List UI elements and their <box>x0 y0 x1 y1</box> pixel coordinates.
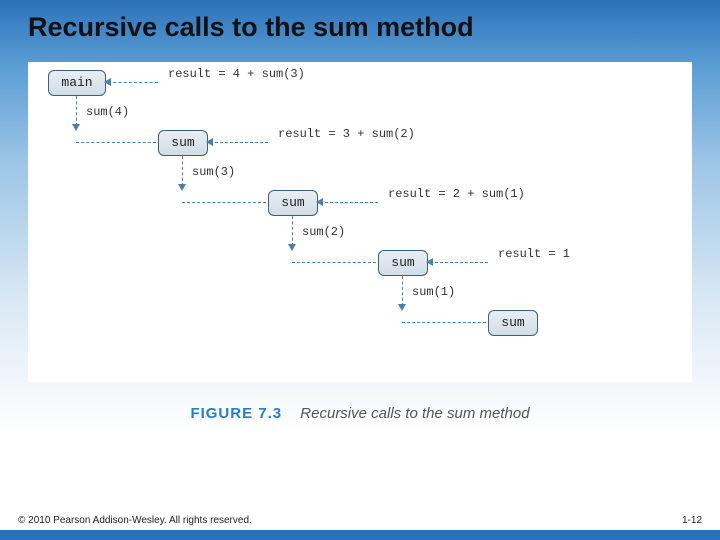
call-sum1: sum(1) <box>412 285 455 299</box>
page-number: 1-12 <box>682 515 702 526</box>
slide-title: Recursive calls to the sum method <box>28 12 474 43</box>
figure-text: Recursive calls to the sum method <box>300 405 529 422</box>
call-sum2: sum(2) <box>302 225 345 239</box>
box-sum-4: sum <box>488 310 538 336</box>
result-sum1: result = 3 + sum(2) <box>278 127 415 141</box>
bottom-accent-bar <box>0 530 720 540</box>
box-sum-1: sum <box>158 130 208 156</box>
box-sum-2: sum <box>268 190 318 216</box>
box-main: main <box>48 70 106 96</box>
call-sum3: sum(3) <box>192 165 235 179</box>
box-sum-3: sum <box>378 250 428 276</box>
result-sum2: result = 2 + sum(1) <box>388 187 525 201</box>
result-main: result = 4 + sum(3) <box>168 67 305 81</box>
figure-caption: FIGURE 7.3 Recursive calls to the sum me… <box>0 405 720 422</box>
result-sum3: result = 1 <box>498 247 570 261</box>
figure-label: FIGURE 7.3 <box>190 405 282 422</box>
call-sum4: sum(4) <box>86 105 129 119</box>
recursion-diagram: main result = 4 + sum(3) sum(4) sum resu… <box>28 62 692 382</box>
copyright-text: © 2010 Pearson Addison-Wesley. All right… <box>18 515 252 526</box>
